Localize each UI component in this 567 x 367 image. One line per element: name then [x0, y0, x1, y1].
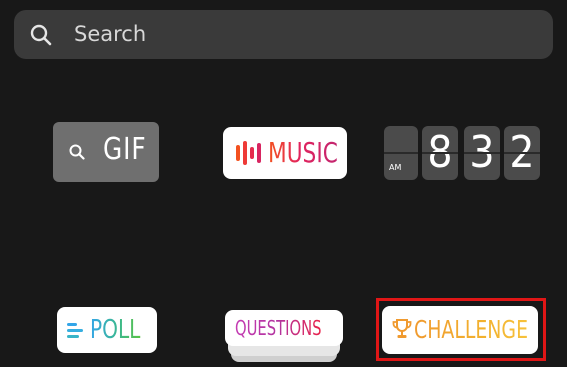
- poll-sticker-label: POLL: [90, 315, 141, 345]
- search-icon: [30, 24, 52, 46]
- questions-sticker[interactable]: QUESTIONS: [225, 310, 343, 362]
- hour-digit: 8: [427, 127, 453, 178]
- search-bar[interactable]: [14, 10, 553, 59]
- challenge-sticker-label: CHALLENGE: [414, 315, 529, 344]
- gif-sticker-label: GIF: [103, 132, 147, 167]
- challenge-sticker[interactable]: CHALLENGE: [382, 306, 538, 354]
- minute-tens-flap: 3: [464, 126, 500, 180]
- questions-card: QUESTIONS: [225, 310, 343, 346]
- minute-ones-digit: 2: [509, 127, 535, 178]
- hour-digit-flap: 8: [422, 126, 458, 180]
- gif-sticker[interactable]: GIF: [53, 122, 159, 182]
- minute-tens-digit: 3: [469, 127, 495, 178]
- music-bars-icon: [236, 141, 261, 165]
- search-input[interactable]: [74, 19, 514, 49]
- trophy-icon: [392, 319, 412, 338]
- poll-lines-icon: [67, 323, 83, 338]
- poll-sticker[interactable]: POLL: [57, 307, 157, 353]
- music-sticker[interactable]: MUSIC: [223, 127, 347, 179]
- music-sticker-label: MUSIC: [268, 136, 338, 169]
- meridiem-label: AM: [389, 163, 402, 172]
- questions-sticker-label: QUESTIONS: [235, 316, 322, 340]
- minute-ones-flap: 2: [504, 126, 540, 180]
- meridiem-flap: AM: [384, 126, 418, 180]
- time-sticker[interactable]: AM 8 3 2: [384, 126, 540, 180]
- search-icon: [69, 144, 85, 160]
